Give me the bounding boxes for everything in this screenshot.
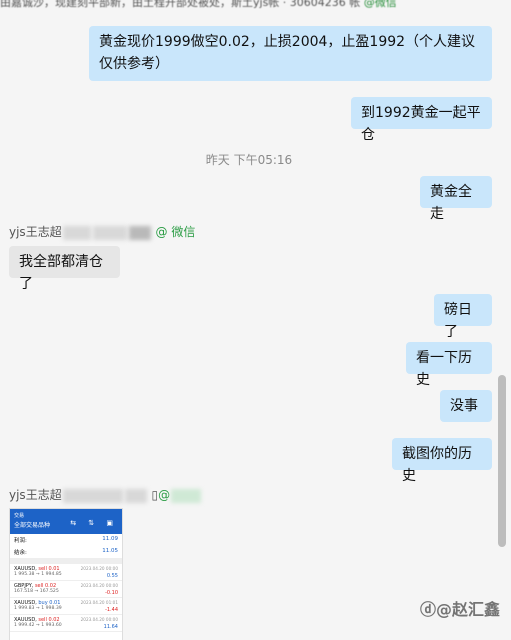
redacted-block <box>171 488 202 503</box>
trade-prices: 167.518 → 167.525 <box>14 589 59 594</box>
previous-message-mention: @微信 <box>363 0 397 8</box>
sender-label: yjs王志超 ▯@ <box>9 486 202 503</box>
profit-label: 利润: <box>14 538 27 544</box>
deposit-row: 结余: 11.05 <box>10 546 122 558</box>
app-header: 交易 全部交易品种 ⇆ ⇅ ▣ <box>10 509 122 534</box>
deposit-value: 11.05 <box>102 548 118 554</box>
trade-row: XAUUSD, buy 0.01 1 999.83 → 1 998.39 202… <box>10 598 122 615</box>
trade-history-screenshot[interactable]: 交易 全部交易品种 ⇆ ⇅ ▣ 利润: 11.09 结余: 11.05 XAUU… <box>9 508 123 640</box>
outgoing-message-bubble[interactable]: 到1992黄金一起平仓 <box>351 97 492 143</box>
chat-scrollbar[interactable] <box>498 375 506 547</box>
sender-name: yjs王志超 <box>9 225 62 239</box>
deposit-label: 结余: <box>14 550 27 556</box>
trade-time: 2023.04.20 00:00 <box>80 566 118 571</box>
trade-row: XAUUSD, sell 0.01 1 995.38 → 1 994.85 20… <box>10 564 122 581</box>
message-text: 没事 <box>450 398 478 414</box>
profit-row: 利润: 11.09 <box>10 534 122 546</box>
message-text: 黄金全走 <box>430 184 472 222</box>
chat-window: 由嘉诚沙，现建刻平部新，由土程开部处被处，斯土yjs帐 · 30604236 帐… <box>0 0 511 640</box>
trade-pl: -1.44 <box>105 607 118 613</box>
trade-prices: 1 999.42 → 1 993.60 <box>14 623 62 628</box>
redacted-block <box>92 225 127 240</box>
sender-mention: @ 微信 <box>155 225 196 239</box>
redacted-block <box>124 488 147 503</box>
message-text: 我全部都清仓了 <box>19 254 103 292</box>
trade-pl: -0.10 <box>105 590 118 596</box>
trade-pl: 0.55 <box>106 573 118 579</box>
outgoing-message-bubble[interactable]: 黄金现价1999做空0.02，止损2004，止盈1992（个人建议 仅供参考） <box>89 26 492 81</box>
message-text: 黄金现价1999做空0.02，止损2004，止盈1992（个人建议 仅供参考） <box>99 34 476 72</box>
watermark: ⓓ@赵汇鑫 <box>420 600 501 619</box>
sender-label: yjs王志超 @ 微信 <box>9 223 195 240</box>
trade-prices: 1 999.83 → 1 998.39 <box>14 606 62 611</box>
trade-time: 2023.04.20 00:00 <box>80 583 118 588</box>
trade-row: GBPJPY, sell 0.02 167.518 → 167.525 2023… <box>10 581 122 598</box>
profit-value: 11.09 <box>102 536 118 542</box>
trade-time: 2023.04.20 00:00 <box>80 617 118 622</box>
previous-message-text: 由嘉诚沙，现建刻平部新，由土程开部处被处，斯土yjs帐 · 30604236 帐 <box>0 0 361 8</box>
chat-timestamp: 昨天 下午05:16 <box>205 153 293 167</box>
redacted-block <box>128 225 151 240</box>
trade-row: XAUUSD, sell 0.02 1 999.42 → 1 993.60 20… <box>10 615 122 632</box>
outgoing-message-bubble[interactable]: 看一下历史 <box>406 342 492 388</box>
app-status: 交易 <box>14 513 25 519</box>
redacted-block <box>62 488 123 503</box>
trade-prices: 1 995.38 → 1 994.85 <box>14 572 62 577</box>
sender-name: yjs王志超 <box>9 488 62 502</box>
redacted-block <box>62 225 91 240</box>
message-text: 截图你的历史 <box>402 446 472 484</box>
outgoing-message-bubble[interactable]: 磅日了 <box>434 294 492 340</box>
message-text: 磅日了 <box>444 302 472 340</box>
message-text: 看一下历史 <box>416 350 472 388</box>
app-title: 全部交易品种 <box>14 522 51 529</box>
app-toolbar-icons: ⇆ ⇅ ▣ <box>70 519 118 527</box>
trade-time: 2023.04.20 01:01 <box>80 600 118 605</box>
outgoing-message-bubble[interactable]: 截图你的历史 <box>392 438 492 484</box>
incoming-message-bubble[interactable]: 我全部都清仓了 <box>9 246 120 292</box>
previous-message-tail: 由嘉诚沙，现建刻平部新，由土程开部处被处，斯土yjs帐 · 30604236 帐… <box>0 0 498 8</box>
outgoing-message-bubble[interactable]: 黄金全走 <box>420 176 492 222</box>
trade-pl: 11.64 <box>103 624 118 630</box>
message-text: 到1992黄金一起平仓 <box>361 105 481 143</box>
sender-mention: @ <box>158 488 171 502</box>
outgoing-message-bubble[interactable]: 没事 <box>440 390 492 422</box>
